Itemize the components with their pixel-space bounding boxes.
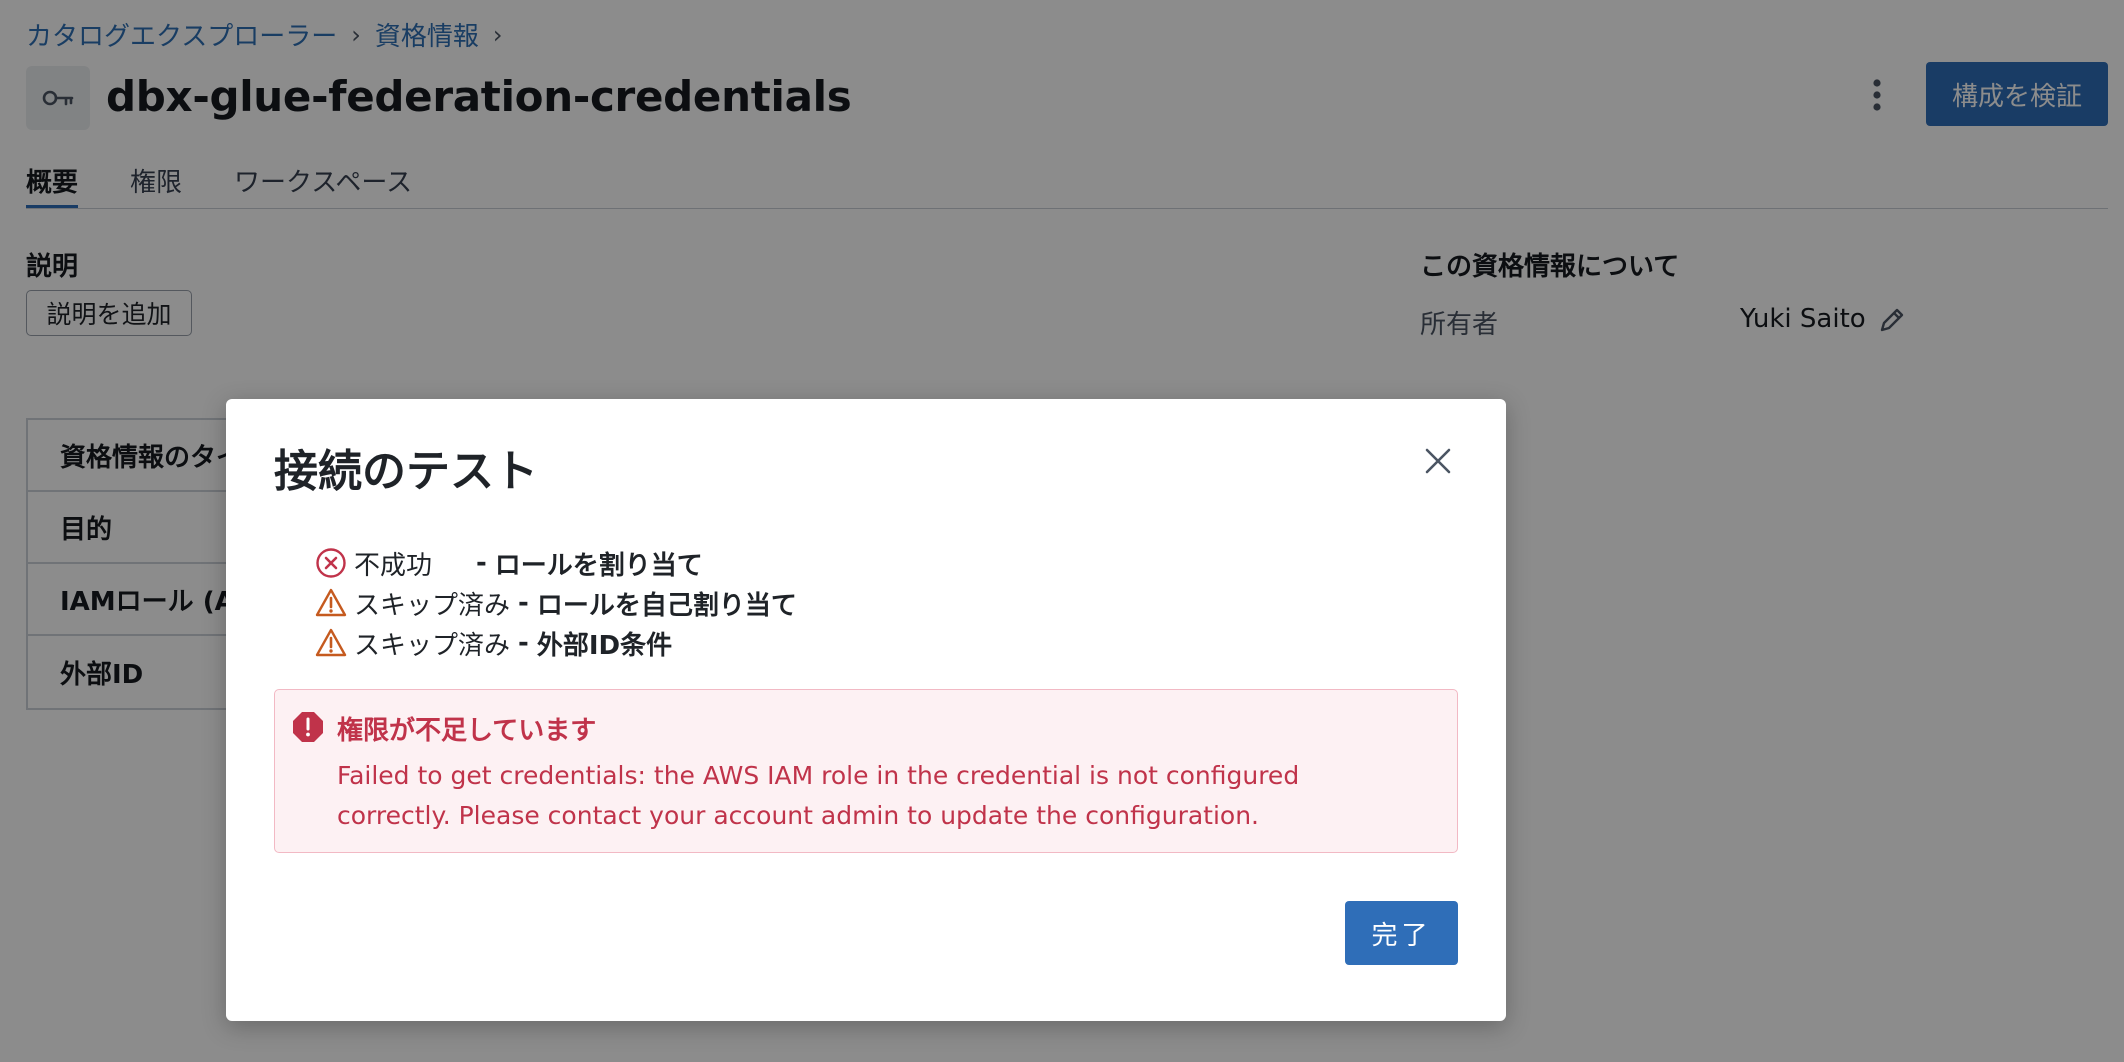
result-dash: - bbox=[518, 588, 529, 618]
done-button[interactable]: 完了 bbox=[1345, 901, 1458, 965]
test-connection-dialog: 接続のテスト 不成功 - ロールを割り当て スキップ済み - ロールを自己割り当… bbox=[226, 399, 1506, 1021]
error-circle-icon bbox=[314, 546, 348, 580]
result-check-name: ロールを自己割り当て bbox=[536, 590, 797, 621]
result-check-name: 外部ID条件 bbox=[536, 630, 673, 661]
warning-triangle-icon bbox=[314, 586, 348, 620]
test-results-list: 不成功 - ロールを割り当て スキップ済み - ロールを自己割り当て スキップ済… bbox=[314, 543, 797, 663]
result-dash: - bbox=[476, 548, 487, 578]
alert-message: Failed to get credentials: the AWS IAM r… bbox=[337, 761, 1300, 830]
result-dash: - bbox=[518, 628, 529, 658]
test-result-item: 不成功 - ロールを割り当て bbox=[314, 543, 797, 583]
result-check-name: ロールを割り当て bbox=[494, 550, 703, 581]
warning-triangle-icon bbox=[314, 626, 348, 660]
error-alert: 権限が不足しています Failed to get credentials: th… bbox=[274, 689, 1458, 853]
result-status: スキップ済み bbox=[354, 590, 511, 621]
test-result-item: スキップ済み - 外部ID条件 bbox=[314, 623, 797, 663]
close-icon[interactable] bbox=[1422, 445, 1454, 477]
test-result-item: スキップ済み - ロールを自己割り当て bbox=[314, 583, 797, 623]
result-status: スキップ済み bbox=[354, 630, 511, 661]
credential-page: カタログエクスプローラー › 資格情報 › dbx-glue-federatio… bbox=[0, 0, 2124, 1062]
alert-title: 権限が不足しています bbox=[337, 716, 597, 746]
error-badge-icon bbox=[293, 712, 323, 742]
dialog-title: 接続のテスト bbox=[274, 446, 538, 497]
result-status: 不成功 bbox=[354, 550, 433, 581]
